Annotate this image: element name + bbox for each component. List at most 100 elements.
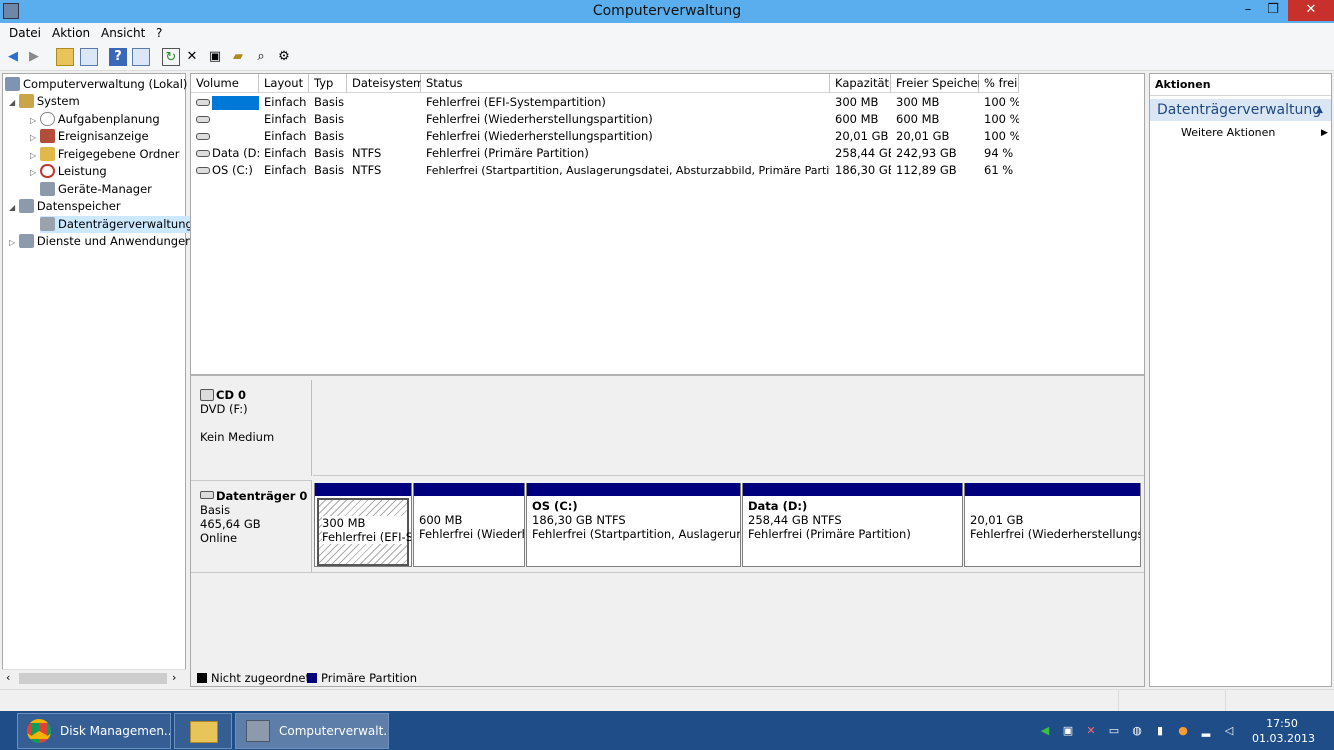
- tray-display-icon[interactable]: ▭: [1106, 723, 1122, 739]
- collapsed-arrow-icon[interactable]: ▷: [30, 168, 36, 177]
- tree-item-storage[interactable]: ◢ Datenspeicher: [9, 198, 121, 215]
- tray-signal-icon[interactable]: ▂: [1198, 723, 1214, 739]
- volume-icon: [196, 167, 210, 174]
- tree-horizontal-scrollbar[interactable]: ‹ ›: [2, 669, 186, 687]
- tree-item-event-viewer[interactable]: ▷ Ereignisanzeige: [30, 128, 149, 145]
- tray-arrow-icon[interactable]: ◀: [1037, 723, 1053, 739]
- partition-efi[interactable]: 300 MB Fehlerfrei (EFI-Sy: [314, 483, 412, 567]
- tree-item-performance[interactable]: ▷ Leistung: [30, 163, 107, 180]
- actions-header: Aktionen: [1150, 74, 1331, 96]
- menu-help[interactable]: ?: [156, 26, 162, 40]
- tree-item-root[interactable]: Computerverwaltung (Lokal): [5, 76, 187, 93]
- submenu-arrow-icon: ▶: [1321, 128, 1328, 138]
- up-folder-icon[interactable]: [56, 48, 74, 66]
- settings-icon[interactable]: ⚙: [275, 48, 293, 66]
- cell-typ: Basis: [314, 146, 345, 160]
- primary-swatch: [307, 673, 317, 683]
- partition-bar: [965, 483, 1140, 496]
- back-arrow-icon[interactable]: ◀: [4, 48, 22, 66]
- column-status[interactable]: Status: [421, 74, 830, 93]
- column-prozent-frei[interactable]: % frei: [979, 74, 1019, 93]
- cell-kapazitaet: 186,30 GB: [835, 163, 891, 177]
- tray-update-icon[interactable]: ●: [1175, 723, 1191, 739]
- tray-globe-icon[interactable]: ◍: [1129, 723, 1145, 739]
- cell-status: Fehlerfrei (EFI-Systempartition): [426, 95, 606, 109]
- taskbar-computerverwaltung-button[interactable]: Computerverwalt...: [235, 713, 389, 749]
- partition-status: Fehlerfrei (Wiederherstellungspa: [970, 527, 1141, 541]
- collapsed-arrow-icon[interactable]: ▷: [30, 116, 36, 125]
- properties-icon[interactable]: ▣: [206, 48, 224, 66]
- tree-item-disk-management[interactable]: Datenträgerverwaltung: [40, 216, 195, 233]
- tray-app-icon[interactable]: ▣: [1060, 723, 1076, 739]
- search-icon[interactable]: ⌕: [252, 48, 270, 66]
- column-typ[interactable]: Typ: [309, 74, 347, 93]
- legend-unallocated: Nicht zugeordnet: [197, 671, 310, 685]
- expanded-arrow-icon[interactable]: ◢: [9, 98, 15, 107]
- scrollbar-thumb[interactable]: [19, 673, 167, 684]
- tree-item-shared-folders[interactable]: ▷ Freigegebene Ordner: [30, 146, 179, 163]
- volume-icon: [196, 150, 210, 157]
- action-more[interactable]: Weitere Aktionen ▶: [1181, 125, 1331, 141]
- table-row[interactable]: OS (C:) Einfach Basis NTFS Fehlerfrei (S…: [191, 162, 1144, 179]
- column-freier-speicher[interactable]: Freier Speicher: [891, 74, 982, 93]
- chrome-icon: [27, 719, 51, 743]
- tree-item-services[interactable]: ▷ Dienste und Anwendungen: [9, 233, 192, 250]
- column-kapazitaet[interactable]: Kapazität: [830, 74, 891, 93]
- partition-size: 600 MB: [419, 513, 463, 527]
- cell-kapazitaet: 300 MB: [835, 95, 879, 109]
- disk-management-pane: Volume Layout Typ Dateisystem Status Kap…: [190, 73, 1145, 687]
- cell-layout: Einfach: [264, 112, 307, 126]
- taskbar-explorer-button[interactable]: [174, 713, 232, 749]
- close-button[interactable]: ✕: [1288, 0, 1334, 21]
- open-folder-icon[interactable]: ▰: [229, 48, 247, 66]
- menu-datei[interactable]: Datei: [9, 26, 41, 40]
- collapsed-arrow-icon[interactable]: ▷: [30, 133, 36, 142]
- table-row[interactable]: Einfach Basis Fehlerfrei (EFI-Systempart…: [191, 94, 1144, 111]
- delete-icon[interactable]: ✕: [183, 48, 201, 66]
- refresh-icon[interactable]: ↻: [162, 48, 180, 66]
- scroll-left-icon[interactable]: ‹: [6, 671, 10, 684]
- tray-battery-icon[interactable]: ▮: [1152, 723, 1168, 739]
- partition-size: 186,30 GB NTFS: [532, 513, 626, 527]
- column-dateisystem[interactable]: Dateisystem: [347, 74, 424, 93]
- show-tree-icon[interactable]: [80, 48, 98, 66]
- disk0-label[interactable]: Datenträger 0 Basis 465,64 GB Online: [191, 480, 312, 572]
- menu-ansicht[interactable]: Ansicht: [101, 26, 145, 40]
- maximize-button[interactable]: ❐: [1258, 0, 1288, 22]
- actions-section-disk-management[interactable]: Datenträgerverwaltung ▲: [1150, 99, 1331, 121]
- column-volume[interactable]: Volume: [191, 74, 259, 93]
- taskbar-chrome-button[interactable]: Disk Managemen...: [17, 713, 171, 749]
- partition-recovery-2[interactable]: 20,01 GB Fehlerfrei (Wiederherstellungsp…: [964, 483, 1141, 567]
- storage-icon: [18, 199, 34, 213]
- forward-arrow-icon[interactable]: ▶: [25, 48, 43, 66]
- partition-os-c[interactable]: OS (C:) 186,30 GB NTFS Fehlerfrei (Start…: [526, 483, 741, 567]
- tray-clock[interactable]: 17:50 01.03.2013: [1252, 716, 1315, 746]
- table-row[interactable]: Einfach Basis Fehlerfrei (Wiederherstell…: [191, 111, 1144, 128]
- volume-icon: [196, 99, 210, 106]
- tray-volume-icon[interactable]: ◁: [1221, 723, 1237, 739]
- column-layout[interactable]: Layout: [259, 74, 309, 93]
- cell-dateisystem: [347, 94, 421, 111]
- scroll-right-icon[interactable]: ›: [172, 671, 176, 684]
- cell-dateisystem: [347, 111, 421, 128]
- partition-recovery-1[interactable]: 600 MB Fehlerfrei (Wiederh: [413, 483, 525, 567]
- status-divider: [1118, 690, 1119, 711]
- partition-data-d[interactable]: Data (D:) 258,44 GB NTFS Fehlerfrei (Pri…: [742, 483, 963, 567]
- tree-item-task-scheduler[interactable]: ▷ Aufgabenplanung: [30, 111, 160, 128]
- cd-drive-label[interactable]: CD 0 DVD (F:) Kein Medium: [191, 380, 312, 476]
- tree-item-system[interactable]: ◢ System: [9, 93, 80, 110]
- action-pane-icon[interactable]: [132, 48, 150, 66]
- collapsed-arrow-icon[interactable]: ▷: [30, 151, 36, 160]
- table-row[interactable]: Data (D:) Einfach Basis NTFS Fehlerfrei …: [191, 145, 1144, 162]
- tray-network-error-icon[interactable]: ✕: [1083, 723, 1099, 739]
- help-icon[interactable]: ?: [109, 48, 127, 66]
- collapsed-arrow-icon[interactable]: ▷: [9, 238, 15, 247]
- device-manager-icon: [40, 182, 55, 196]
- menu-aktion[interactable]: Aktion: [52, 26, 90, 40]
- cell-typ: Basis: [314, 163, 345, 177]
- collapse-arrow-icon[interactable]: ▲: [1316, 99, 1323, 121]
- expanded-arrow-icon[interactable]: ◢: [9, 203, 15, 212]
- table-row[interactable]: Einfach Basis Fehlerfrei (Wiederherstell…: [191, 128, 1144, 145]
- cell-prozent-frei: 100 %: [984, 112, 1019, 126]
- tree-item-device-manager[interactable]: Geräte-Manager: [40, 181, 152, 198]
